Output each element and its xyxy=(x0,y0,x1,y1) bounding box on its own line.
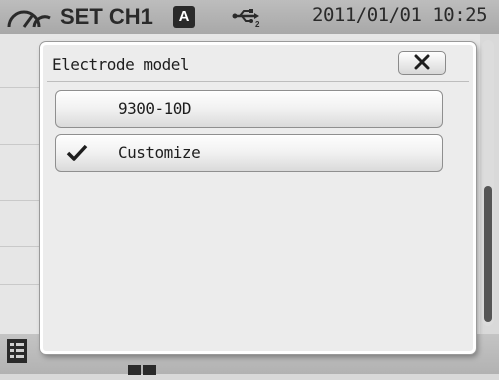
dialog-divider xyxy=(47,81,469,82)
row-divider xyxy=(0,144,40,145)
option-label: Customize xyxy=(118,143,201,162)
row-divider xyxy=(0,246,40,247)
status-title: SET CH1 xyxy=(60,4,153,29)
scroll-thumb[interactable] xyxy=(484,186,492,322)
close-button[interactable] xyxy=(398,51,446,75)
scrollbar[interactable] xyxy=(482,40,494,326)
svg-text:2: 2 xyxy=(255,20,260,28)
status-datetime: 2011/01/01 10:25 xyxy=(312,4,488,26)
close-icon xyxy=(414,54,430,70)
option-customize-button[interactable]: Customize xyxy=(55,134,443,172)
row-divider xyxy=(0,200,40,201)
row-divider xyxy=(0,284,40,285)
status-bar: SET CH1 A 2 2011/01/01 10:25 xyxy=(0,0,499,34)
usb-icon: 2 xyxy=(232,8,262,33)
gauge-icon xyxy=(6,8,52,35)
option-9300-10d-button[interactable]: 9300-10D xyxy=(55,90,443,128)
option-label: 9300-10D xyxy=(118,99,192,118)
list-icon[interactable] xyxy=(6,338,28,369)
check-icon xyxy=(66,144,88,161)
book-icon[interactable] xyxy=(128,362,158,380)
mode-badge: A xyxy=(173,6,195,28)
electrode-model-dialog: Electrode model 9300-10D Customize xyxy=(40,42,476,354)
row-divider xyxy=(0,87,40,88)
dialog-title: Electrode model xyxy=(52,55,190,74)
